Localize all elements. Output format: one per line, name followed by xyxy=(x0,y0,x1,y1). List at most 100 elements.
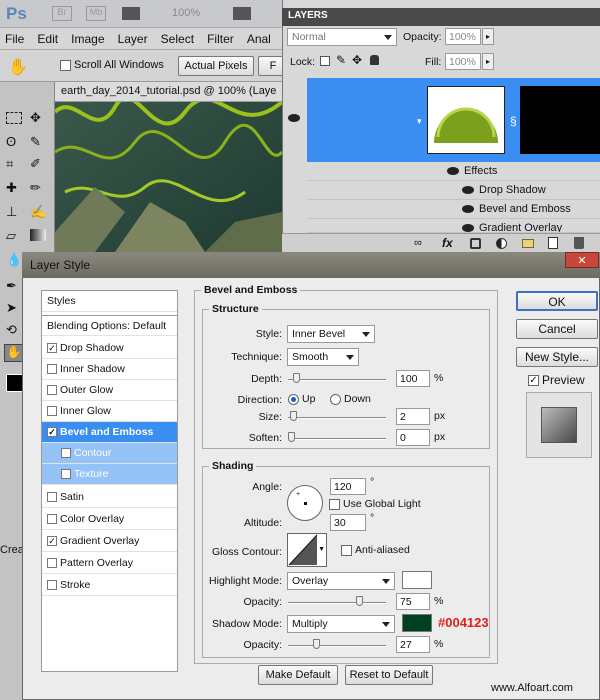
scroll-all-windows-option[interactable]: Scroll All Windows xyxy=(60,59,164,71)
shadow-opacity-slider[interactable] xyxy=(288,639,386,649)
gradient-overlay-eye-icon[interactable] xyxy=(462,224,474,232)
use-global-light-option[interactable]: Use Global Light xyxy=(329,498,421,510)
global-light-checkbox[interactable] xyxy=(329,498,340,510)
opacity-arrow-icon[interactable]: ▸ xyxy=(482,28,494,45)
lock-pixels-icon[interactable]: ✎ xyxy=(336,53,346,67)
soften-slider[interactable] xyxy=(288,432,386,442)
preview-option[interactable]: ✓ Preview xyxy=(528,373,585,387)
healing-brush-icon[interactable]: ✚ xyxy=(6,180,17,196)
highlight-opacity-slider[interactable] xyxy=(288,596,386,606)
style-item-drop-shadow[interactable]: ✓ Drop Shadow xyxy=(42,338,177,359)
rotate-view-icon[interactable]: ⟲ xyxy=(6,322,17,338)
highlight-mode-select[interactable]: Overlay xyxy=(287,572,395,590)
size-input[interactable]: 2 xyxy=(396,408,430,425)
effects-visibility-icon[interactable] xyxy=(447,167,459,176)
depth-slider[interactable] xyxy=(288,373,386,383)
screen-mode-icon[interactable] xyxy=(233,7,251,20)
mask-icon[interactable] xyxy=(470,238,481,249)
blur-tool-icon[interactable]: 💧 xyxy=(6,252,22,268)
make-default-button[interactable]: Make Default xyxy=(258,665,338,685)
direction-down-option[interactable]: Down xyxy=(330,393,371,405)
gloss-contour-picker[interactable]: ▼ xyxy=(287,533,327,567)
path-select-icon[interactable]: ➤ xyxy=(6,300,17,316)
actual-pixels-button[interactable]: Actual Pixels xyxy=(178,56,254,76)
technique-select[interactable]: Smooth xyxy=(287,348,359,366)
style-item-gradient-overlay[interactable]: ✓ Gradient Overlay xyxy=(42,531,177,552)
eraser-tool-icon[interactable]: ▱ xyxy=(6,228,16,244)
inner-shadow-checkbox[interactable] xyxy=(47,364,57,374)
chain-link-icon[interactable]: § xyxy=(510,114,517,128)
dialog-title-bar[interactable]: Layer Style xyxy=(22,252,600,278)
fill-input[interactable]: 100% xyxy=(445,53,481,70)
inner-glow-checkbox[interactable] xyxy=(47,406,57,416)
drop-shadow-eye-icon[interactable] xyxy=(462,186,474,195)
highlight-opacity-thumb[interactable] xyxy=(356,596,363,606)
menu-image[interactable]: Image xyxy=(66,28,109,50)
marquee-tool-icon[interactable] xyxy=(6,112,22,124)
outer-glow-checkbox[interactable] xyxy=(47,385,57,395)
color-overlay-checkbox[interactable] xyxy=(47,514,57,524)
fx-icon[interactable]: fx xyxy=(442,236,453,250)
style-item-outer-glow[interactable]: Outer Glow xyxy=(42,380,177,401)
layer-visibility-eye-icon[interactable] xyxy=(288,112,305,124)
size-slider-thumb[interactable] xyxy=(290,411,297,421)
effect-drop-shadow[interactable]: Drop Shadow xyxy=(307,181,600,200)
styles-header-item[interactable]: Styles xyxy=(42,291,177,312)
bevel-emboss-checkbox[interactable]: ✓ xyxy=(47,427,57,437)
soften-slider-thumb[interactable] xyxy=(288,432,295,442)
new-layer-icon[interactable] xyxy=(548,237,558,249)
direction-down-radio[interactable] xyxy=(330,393,341,405)
cancel-button[interactable]: Cancel xyxy=(516,319,598,339)
crop-tool-icon[interactable]: ⌗ xyxy=(6,156,13,172)
document-canvas[interactable] xyxy=(55,82,282,252)
shadow-mode-select[interactable]: Multiply xyxy=(287,615,395,633)
menu-edit[interactable]: Edit xyxy=(32,28,63,50)
style-item-color-overlay[interactable]: Color Overlay xyxy=(42,509,177,530)
bridge-icon[interactable]: Br xyxy=(52,6,72,21)
direction-up-radio[interactable] xyxy=(288,393,299,405)
effect-bevel-emboss[interactable]: Bevel and Emboss xyxy=(307,200,600,219)
layers-panel-header[interactable]: LAYERS xyxy=(282,8,600,26)
lock-all-icon[interactable] xyxy=(370,55,379,65)
highlight-opacity-input[interactable]: 75 xyxy=(396,593,430,610)
eyedropper-icon[interactable]: ✐ xyxy=(30,156,41,172)
dialog-close-button[interactable]: ✕ xyxy=(565,252,599,268)
soften-input[interactable]: 0 xyxy=(396,429,430,446)
adjustment-icon[interactable] xyxy=(496,238,507,249)
layer-row-selected[interactable]: § ▾ xyxy=(307,78,600,162)
style-item-satin[interactable]: Satin xyxy=(42,487,177,508)
shadow-color-swatch[interactable] xyxy=(402,614,432,632)
new-style-button[interactable]: New Style... xyxy=(516,347,598,367)
hand-tool-active-icon[interactable]: ✋ xyxy=(4,344,24,362)
move-tool-icon[interactable]: ✥ xyxy=(30,110,41,126)
gradient-overlay-checkbox[interactable]: ✓ xyxy=(47,536,57,546)
menu-select[interactable]: Select xyxy=(156,28,199,50)
bevel-emboss-eye-icon[interactable] xyxy=(462,205,474,214)
menu-layer[interactable]: Layer xyxy=(113,28,153,50)
depth-slider-thumb[interactable] xyxy=(293,373,300,383)
shadow-opacity-input[interactable]: 27 xyxy=(396,636,430,653)
style-item-texture[interactable]: Texture xyxy=(42,464,177,485)
document-tab[interactable]: earth_day_2014_tutorial.psd @ 100% (Laye xyxy=(55,82,282,102)
direction-up-option[interactable]: Up xyxy=(288,393,315,405)
style-item-stroke[interactable]: Stroke xyxy=(42,575,177,596)
highlight-color-swatch[interactable] xyxy=(402,571,432,589)
arrange-icon[interactable] xyxy=(122,7,140,20)
magic-wand-icon[interactable]: ✎ xyxy=(30,134,41,150)
trash-icon[interactable] xyxy=(574,237,584,249)
anti-aliased-checkbox[interactable] xyxy=(341,544,352,556)
blend-mode-select[interactable]: Normal xyxy=(287,28,397,46)
depth-input[interactable]: 100 xyxy=(396,370,430,387)
preview-checkbox[interactable]: ✓ xyxy=(528,375,539,387)
zoom-level[interactable]: 100% xyxy=(172,7,200,19)
shadow-opacity-thumb[interactable] xyxy=(313,639,320,649)
pen-tool-icon[interactable]: ✒ xyxy=(6,278,17,294)
stroke-checkbox[interactable] xyxy=(47,580,57,590)
style-item-pattern-overlay[interactable]: Pattern Overlay xyxy=(42,553,177,574)
satin-checkbox[interactable] xyxy=(47,492,57,502)
gradient-tool-icon[interactable] xyxy=(30,229,46,241)
expand-arrow-icon[interactable]: ▾ xyxy=(417,116,422,127)
style-item-contour[interactable]: Contour xyxy=(42,443,177,464)
reset-to-default-button[interactable]: Reset to Default xyxy=(345,665,433,685)
ok-button[interactable]: OK xyxy=(516,291,598,311)
